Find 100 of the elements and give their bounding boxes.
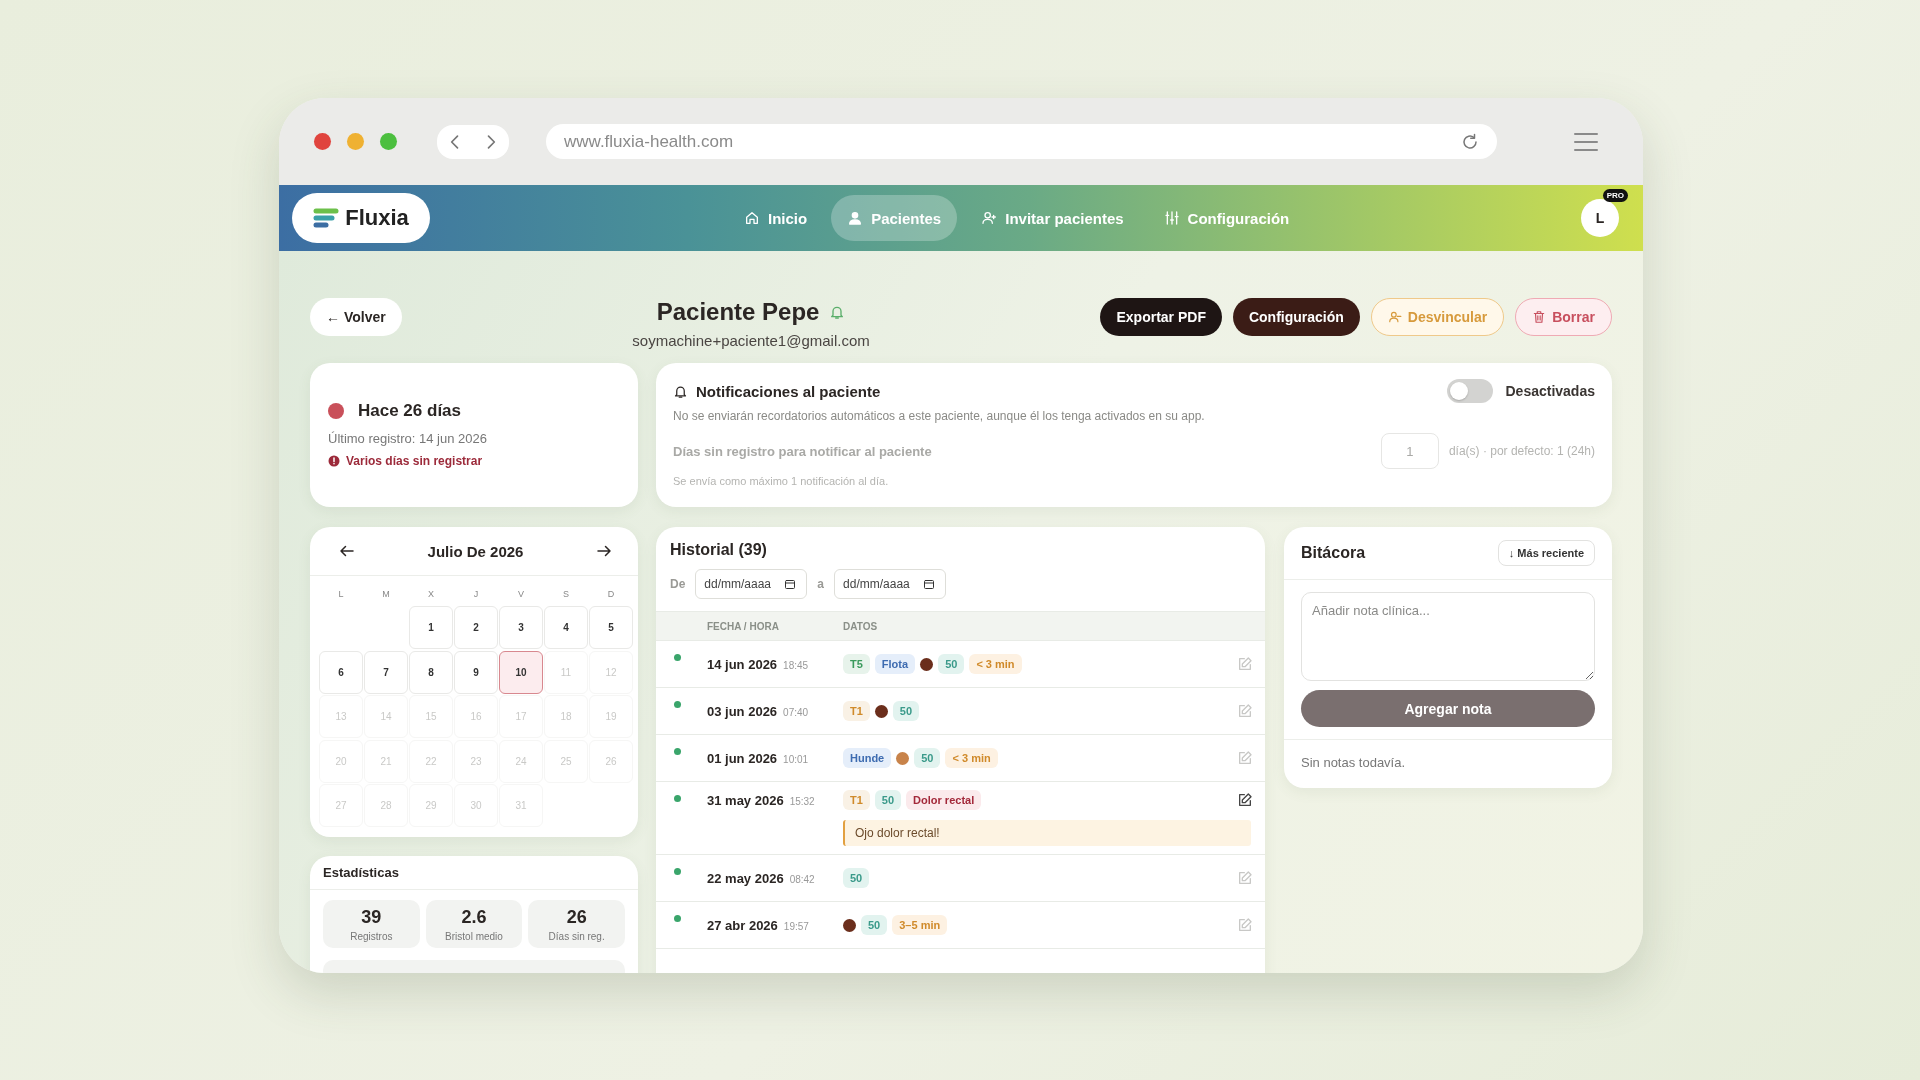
entry-time: 10:01 — [783, 753, 809, 765]
status-dot — [674, 795, 681, 802]
weekday-label: V — [517, 589, 525, 601]
calendar-day: 25 — [544, 739, 588, 783]
entry-date: 31 may 2026 15:32 — [707, 792, 816, 808]
score-tag: 50 — [914, 748, 941, 768]
action-button[interactable]: Borrar — [1515, 298, 1612, 336]
patient-name: Paciente Pepe — [656, 298, 820, 326]
setting-label: Días sin registro para notificar al paciente — [673, 443, 932, 459]
type-tag: T5 — [843, 654, 870, 674]
section-title: Estadísticas — [310, 856, 638, 890]
entry-date: 22 may 2026 08:42 — [707, 870, 816, 886]
duration-tag: 3–5 min — [892, 915, 948, 935]
toggle-label: Desactivadas — [1505, 383, 1595, 399]
month-title: Julio De 2026 — [427, 542, 524, 560]
description: No se enviarán recordatorios automáticos a este paciente, aunque él los tenga activados en su app. — [673, 409, 1206, 423]
status-dot — [674, 915, 681, 922]
entry-time: 19:57 — [783, 920, 809, 932]
entry-time: 18:45 — [783, 659, 809, 671]
calendar-day: 22 — [409, 739, 453, 783]
calendar-day[interactable]: 3 — [499, 606, 543, 649]
stat-value: 26 — [566, 906, 587, 928]
date-field[interactable]: dd/mm/aaaa — [834, 569, 947, 599]
logo-text: Fluxia — [345, 205, 409, 231]
calendar-day[interactable]: 6 — [319, 650, 363, 694]
note-field[interactable]: Añadir nota clínica... — [1301, 592, 1595, 681]
footnote: Se envía como máximo 1 notificación al día. — [673, 475, 890, 487]
address-bar[interactable]: www.fluxia-health.com — [546, 124, 1497, 159]
calendar-icon — [923, 578, 936, 590]
alert-text: Varios días sin registrar — [346, 454, 483, 468]
minimize-button[interactable] — [347, 133, 364, 150]
last-entry-age: Hace 26 días — [358, 401, 461, 421]
status-dot — [674, 701, 681, 708]
calendar-day[interactable]: 10 — [499, 650, 543, 694]
entry-time: 07:40 — [783, 706, 809, 718]
score-tag: 50 — [874, 790, 902, 810]
sort-button[interactable]: ↓ Más reciente — [1497, 540, 1595, 566]
score-tag: 50 — [892, 701, 920, 721]
avatar[interactable]: L — [1581, 199, 1619, 237]
float-tag: Hunde — [843, 748, 892, 768]
note-callout: Ojo dolor rectal! — [843, 820, 1251, 846]
stat-label: Días sin reg. — [548, 930, 605, 942]
float-tag: Flota — [874, 654, 916, 674]
menu-icon[interactable] — [1573, 130, 1599, 153]
calendar-day[interactable]: 2 — [454, 606, 498, 649]
stat-label: Bristol medio — [445, 930, 503, 942]
action-button[interactable]: Exportar PDF — [1100, 298, 1222, 336]
home-icon — [744, 210, 760, 226]
calendar-icon — [784, 578, 797, 590]
maximize-button[interactable] — [380, 133, 397, 150]
calendar-day[interactable]: 1 — [409, 606, 453, 649]
sliders-icon — [1163, 210, 1180, 226]
action-button[interactable]: Configuración — [1232, 298, 1360, 336]
calendar-day: 24 — [499, 739, 543, 783]
calendar-day: 23 — [454, 739, 498, 783]
entry-date: 14 jun 2026 18:45 — [707, 656, 810, 672]
calendar-day[interactable]: 4 — [544, 606, 588, 649]
plan-badge: PRO — [1602, 189, 1628, 202]
type-tag: T1 — [843, 701, 870, 721]
calendar-day[interactable]: 5 — [589, 606, 633, 649]
weekday-label: D — [606, 589, 616, 601]
calendar-day: 14 — [364, 695, 408, 738]
calendar-day[interactable]: 9 — [454, 650, 498, 694]
entry-date: 03 jun 2026 07:40 — [707, 703, 810, 719]
back-button[interactable]: ← Volver — [310, 298, 402, 336]
calendar-day: 26 — [589, 739, 633, 783]
add-note-button[interactable]: Agregar nota — [1301, 690, 1595, 727]
calendar-day: 31 — [499, 784, 543, 827]
close-button[interactable] — [314, 133, 331, 150]
weekday-label: L — [337, 589, 345, 601]
user-minus-icon — [1387, 310, 1402, 324]
calendar-day[interactable]: 8 — [409, 650, 453, 694]
score-tag: 50 — [861, 915, 888, 935]
calendar-day: 28 — [364, 784, 408, 827]
score-tag: 50 — [843, 868, 870, 888]
alert-icon — [328, 455, 340, 467]
user-icon — [847, 210, 864, 226]
stat-label: Registros — [350, 930, 393, 942]
status-dot — [674, 868, 681, 875]
section-title: Notificaciones al paciente — [696, 382, 881, 400]
logo[interactable]: Fluxia — [292, 193, 430, 243]
filter-label: a — [817, 577, 825, 591]
reload-icon[interactable] — [1461, 132, 1479, 151]
type-tag: T1 — [843, 790, 870, 810]
duration-tag: < 3 min — [945, 748, 998, 768]
calendar-day: 21 — [364, 739, 408, 783]
edit-icon[interactable] — [1237, 792, 1253, 808]
entry-date: 27 abr 2026 19:57 — [707, 917, 810, 933]
entry-time: 08:42 — [789, 873, 815, 885]
section-title: Bitácora — [1301, 544, 1366, 562]
calendar-day: 27 — [319, 784, 363, 827]
weekday-label: J — [472, 589, 480, 601]
calendar-day[interactable]: 7 — [364, 650, 408, 694]
duration-tag: < 3 min — [969, 654, 1022, 674]
url-text: www.fluxia-health.com — [564, 131, 734, 152]
calendar-day: 30 — [454, 784, 498, 827]
trash-icon — [1532, 310, 1547, 324]
date-field[interactable]: dd/mm/aaaa — [695, 569, 808, 599]
history-buttons[interactable] — [437, 124, 509, 159]
stat-value: 39 — [361, 906, 382, 928]
